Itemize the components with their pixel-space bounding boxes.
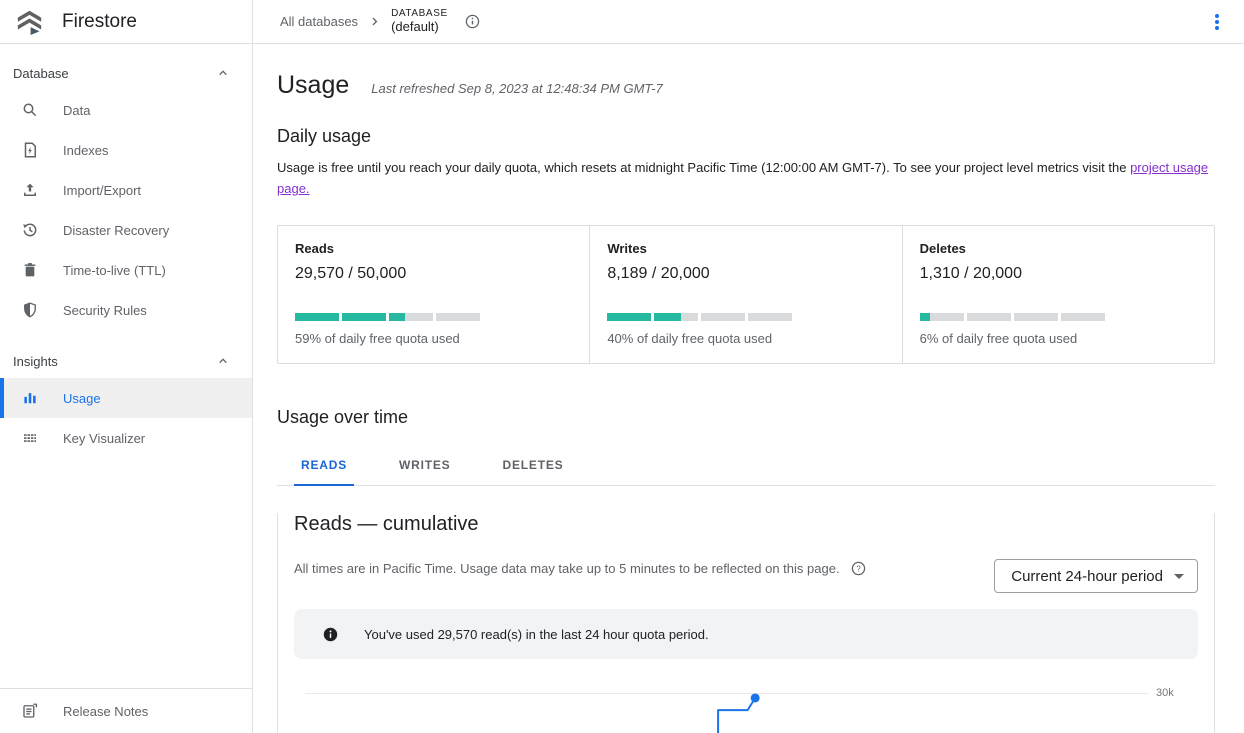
svg-text:?: ?	[856, 564, 861, 573]
sidebar: Firestore Database Data Indexes Import/E…	[0, 0, 253, 733]
card-title: Deletes	[920, 241, 1198, 256]
sidebar-item-label: Data	[63, 103, 90, 118]
quota-progress-bar	[295, 313, 480, 321]
breadcrumb: All databases DATABASE (default)	[253, 0, 1244, 44]
shield-icon	[21, 301, 39, 319]
chevron-up-icon	[215, 353, 231, 369]
sidebar-item-ttl[interactable]: Time-to-live (TTL)	[0, 250, 252, 290]
card-value: 29,570 / 50,000	[295, 265, 573, 283]
database-name: (default)	[391, 20, 448, 35]
card-caption: 59% of daily free quota used	[295, 331, 573, 346]
sidebar-item-label: Indexes	[63, 143, 109, 158]
sidebar-item-usage[interactable]: Usage	[0, 378, 252, 418]
sidebar-item-indexes[interactable]: Indexes	[0, 130, 252, 170]
sidebar-item-release-notes[interactable]: Release Notes	[0, 688, 252, 733]
card-value: 1,310 / 20,000	[920, 265, 1198, 283]
usage-chart: 30k	[294, 661, 1198, 733]
card-caption: 40% of daily free quota used	[607, 331, 885, 346]
caret-down-icon	[1174, 574, 1184, 579]
card-title: Writes	[607, 241, 885, 256]
page-title: Usage	[277, 71, 349, 100]
sidebar-header: Firestore	[0, 0, 252, 44]
sidebar-item-label: Disaster Recovery	[63, 223, 169, 238]
quota-progress-bar	[607, 313, 792, 321]
reads-line-series	[294, 661, 1199, 733]
card-caption: 6% of daily free quota used	[920, 331, 1198, 346]
tab-writes[interactable]: WRITES	[392, 448, 457, 485]
card-value: 8,189 / 20,000	[607, 265, 885, 283]
history-restore-icon	[21, 221, 39, 239]
tab-reads[interactable]: READS	[294, 448, 354, 486]
breadcrumb-current-database: DATABASE (default)	[391, 8, 448, 34]
usage-tabs: READS WRITES DELETES	[277, 448, 1215, 486]
bar-chart-icon	[21, 389, 39, 407]
main-area: All databases DATABASE (default) Usage L…	[253, 0, 1244, 733]
period-selector-value: Current 24-hour period	[1011, 568, 1163, 585]
help-icon[interactable]: ?	[850, 560, 867, 577]
sidebar-item-label: Security Rules	[63, 303, 147, 318]
period-selector-dropdown[interactable]: Current 24-hour period	[994, 559, 1198, 593]
chevron-up-icon	[215, 65, 231, 81]
sidebar-item-key-visualizer[interactable]: Key Visualizer	[0, 418, 252, 458]
sidebar-item-label: Import/Export	[63, 183, 141, 198]
app-title: Firestore	[62, 11, 137, 33]
reads-quota-card: Reads 29,570 / 50,000 59% of daily free …	[278, 226, 589, 363]
sidebar-item-data[interactable]: Data	[0, 90, 252, 130]
daily-quota-cards: Reads 29,570 / 50,000 59% of daily free …	[277, 225, 1215, 364]
usage-page: Usage Last refreshed Sep 8, 2023 at 12:4…	[253, 44, 1244, 733]
grid-icon	[21, 429, 39, 447]
sidebar-item-label: Usage	[63, 391, 101, 406]
section-header-insights[interactable]: Insights	[0, 344, 252, 378]
search-icon	[21, 101, 39, 119]
daily-usage-heading: Daily usage	[277, 126, 1215, 147]
card-title: Reads	[295, 241, 573, 256]
usage-over-time-heading: Usage over time	[277, 407, 1215, 428]
upload-icon	[21, 181, 39, 199]
sidebar-nav: Database Data Indexes Import/Export	[0, 44, 252, 688]
chart-heading: Reads — cumulative	[294, 513, 1198, 536]
info-banner: You've used 29,570 read(s) in the last 2…	[294, 609, 1198, 659]
daily-usage-description-text: Usage is free until you reach your daily…	[277, 160, 1130, 175]
reads-cumulative-panel: Reads — cumulative All times are in Paci…	[277, 513, 1215, 733]
breadcrumb-all-databases[interactable]: All databases	[280, 14, 358, 29]
firestore-logo-icon	[13, 5, 46, 38]
section-header-database[interactable]: Database	[0, 56, 252, 90]
sidebar-item-label: Release Notes	[63, 704, 148, 719]
sidebar-item-label: Key Visualizer	[63, 431, 145, 446]
document-bolt-icon	[21, 141, 39, 159]
trash-icon	[21, 261, 39, 279]
database-info-icon[interactable]	[464, 13, 481, 30]
deletes-quota-card: Deletes 1,310 / 20,000 6% of daily free …	[902, 226, 1214, 363]
sidebar-item-security-rules[interactable]: Security Rules	[0, 290, 252, 330]
quota-progress-bar	[920, 313, 1105, 321]
chevron-right-icon	[367, 14, 382, 29]
sidebar-item-label: Time-to-live (TTL)	[63, 263, 166, 278]
tab-deletes[interactable]: DELETES	[495, 448, 570, 485]
section-label: Insights	[13, 354, 58, 369]
release-notes-icon	[21, 702, 39, 720]
info-filled-icon	[322, 626, 339, 643]
writes-quota-card: Writes 8,189 / 20,000 40% of daily free …	[589, 226, 901, 363]
last-refreshed-text: Last refreshed Sep 8, 2023 at 12:48:34 P…	[371, 81, 662, 96]
sidebar-item-disaster-recovery[interactable]: Disaster Recovery	[0, 210, 252, 250]
daily-usage-description: Usage is free until you reach your daily…	[277, 157, 1215, 199]
info-banner-text: You've used 29,570 read(s) in the last 2…	[364, 627, 709, 642]
timezone-note: All times are in Pacific Time. Usage dat…	[294, 561, 840, 576]
section-label: Database	[13, 66, 69, 81]
sidebar-item-import-export[interactable]: Import/Export	[0, 170, 252, 210]
kebab-menu-icon[interactable]	[1205, 10, 1229, 34]
